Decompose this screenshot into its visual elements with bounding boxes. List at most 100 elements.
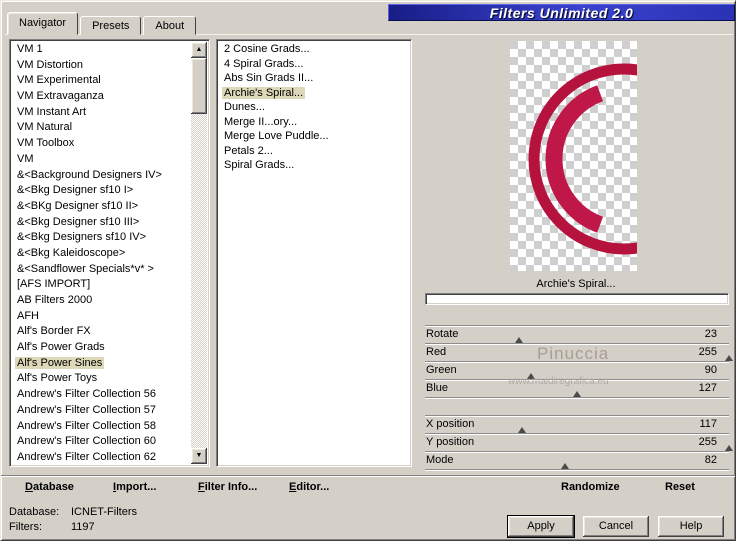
category-item[interactable]: &<BKg Designer sf10 II> (12, 199, 191, 215)
category-item[interactable]: Andrew's Filter Collection 60 (12, 434, 191, 450)
app-title: Filters Unlimited 2.0 (388, 4, 735, 21)
category-item-label: VM Extravaganza (17, 90, 104, 103)
slider-row[interactable]: Red 255 (425, 344, 733, 362)
slider-thumb-icon[interactable] (573, 391, 581, 397)
slider-group-position: X position 117 Y position 255 Mode 82 (425, 415, 733, 470)
category-item[interactable]: AB Filters 2000 (12, 293, 191, 309)
filter-item-label: 4 Spiral Grads... (224, 57, 304, 70)
slider-value: 23 (704, 328, 717, 340)
category-item[interactable]: Andrew's Filter Collection 62 (12, 450, 191, 464)
filter-item[interactable]: 2 Cosine Grads... (219, 42, 409, 57)
category-item-label: &<Sandflower Specials*v* > (17, 262, 154, 275)
category-item[interactable]: VM Natural (12, 120, 191, 136)
filter-list: 2 Cosine Grads... 4 Spiral Grads... Abs … (216, 39, 412, 467)
filter-item[interactable]: Archie's Spiral... (219, 86, 409, 101)
category-item[interactable]: Alf's Power Sines (12, 356, 191, 372)
category-item[interactable]: VM Instant Art (12, 105, 191, 121)
category-item[interactable]: AFH (12, 309, 191, 325)
filter-item[interactable]: Abs Sin Grads II... (219, 71, 409, 86)
category-item[interactable]: Andrew's Filter Collection 58 (12, 419, 191, 435)
scrollbar-thumb[interactable] (191, 58, 207, 114)
slider-thumb-icon[interactable] (527, 373, 536, 379)
help-button[interactable]: Help (658, 516, 724, 537)
filter-info-button[interactable]: Filter Info... (198, 481, 257, 493)
status-database-label: Database: (9, 506, 60, 518)
category-item-label: Alf's Border FX (17, 325, 91, 338)
filter-item-label: Abs Sin Grads II... (224, 72, 314, 84)
category-item-label: VM 1 (17, 43, 43, 55)
category-item[interactable]: &<Bkg Designer sf10 I> (12, 183, 191, 199)
slider-thumb-icon[interactable] (560, 463, 569, 469)
editor-button[interactable]: Editor... (289, 481, 329, 493)
slider-value: 90 (704, 364, 717, 376)
category-item-label: Andrew's Filter Collection 62 (17, 450, 157, 463)
slider-thumb-icon[interactable] (515, 337, 524, 343)
category-item[interactable]: VM Toolbox (12, 136, 191, 152)
category-item[interactable]: &<Bkg Designers sf10 IV> (12, 230, 191, 246)
filter-item-label: Merge Love Puddle... (224, 130, 329, 142)
category-list-items: VM 1 VM Distortion VM Experimental VM Ex… (12, 42, 191, 464)
category-item-label: Alf's Power Sines (15, 356, 105, 369)
filter-item[interactable]: Merge Love Puddle... (219, 129, 409, 144)
reset-button[interactable]: Reset (665, 481, 695, 493)
category-item[interactable]: Andrew's Filter Collection 57 (12, 403, 191, 419)
category-item-label: AB Filters 2000 (17, 294, 93, 306)
filters-unlimited-window: Navigator Presets About Filters Unlimite… (0, 0, 736, 541)
randomize-button[interactable]: Randomize (561, 481, 620, 493)
filter-item[interactable]: 4 Spiral Grads... (219, 57, 409, 72)
slider-row[interactable]: Mode 82 (425, 452, 729, 470)
category-item[interactable]: VM (12, 152, 191, 168)
database-button[interactable]: Database (25, 481, 74, 493)
status-database: Database: ICNET-Filters (9, 506, 137, 518)
category-item-label: Andrew's Filter Collection 60 (17, 435, 157, 448)
slider-row[interactable]: Rotate 23 (425, 326, 729, 344)
slider-label: Y position (426, 436, 475, 448)
category-item-label: VM (17, 152, 34, 165)
category-item[interactable]: Alf's Power Grads (12, 340, 191, 356)
filter-item[interactable]: Spiral Grads... (219, 158, 409, 173)
category-item[interactable]: Andrew's Filter Collection 56 (12, 387, 191, 403)
slider-row[interactable]: Green 90 (425, 362, 729, 380)
filter-item-label: 2 Cosine Grads... (224, 43, 310, 55)
tab-navigator[interactable]: Navigator (7, 12, 79, 35)
category-item[interactable]: Alf's Power Toys (12, 371, 191, 387)
category-item[interactable]: &<Sandflower Specials*v* > (12, 262, 191, 278)
tab-bar: Navigator Presets About (7, 12, 198, 35)
category-item[interactable]: &<Bkg Kaleidoscope> (12, 246, 191, 262)
filter-list-items: 2 Cosine Grads... 4 Spiral Grads... Abs … (219, 42, 409, 464)
scroll-down-icon[interactable]: ▼ (191, 448, 207, 464)
apply-button[interactable]: Apply (507, 515, 575, 538)
import-button[interactable]: Import... (113, 481, 156, 493)
preview-image[interactable] (510, 41, 637, 271)
category-item[interactable]: VM 1 (12, 42, 191, 58)
category-item[interactable]: VM Experimental (12, 73, 191, 89)
slider-thumb-icon[interactable] (725, 355, 733, 361)
category-item-label: VM Toolbox (17, 137, 75, 150)
slider-value: 255 (698, 436, 717, 448)
slider-thumb-icon[interactable] (518, 427, 527, 433)
category-scrollbar[interactable]: ▲ ▼ (191, 42, 207, 464)
scroll-up-icon[interactable]: ▲ (191, 42, 207, 58)
category-item[interactable]: &<Background Designers IV> (12, 168, 191, 184)
category-item[interactable]: VM Extravaganza (12, 89, 191, 105)
slider-row[interactable]: Blue 127 (425, 380, 729, 398)
category-item[interactable]: VM Distortion (12, 58, 191, 74)
tab-presets[interactable]: Presets (80, 16, 142, 35)
cancel-button[interactable]: Cancel (583, 516, 649, 537)
filter-item[interactable]: Dunes... (219, 100, 409, 115)
slider-row[interactable]: X position 117 (425, 416, 729, 434)
slider-row[interactable]: Y position 255 (425, 434, 733, 452)
category-item[interactable]: [AFS IMPORT] (12, 277, 191, 293)
slider-value: 117 (699, 418, 717, 430)
category-item[interactable]: &<Bkg Designer sf10 III> (12, 215, 191, 231)
tab-about[interactable]: About (143, 16, 197, 35)
category-item[interactable]: Alf's Border FX (12, 324, 191, 340)
filter-item-label: Spiral Grads... (224, 159, 295, 171)
slider-thumb-icon[interactable] (725, 445, 733, 451)
preview-filter-name: Archie's Spiral... (536, 278, 616, 290)
spiral-graphic (528, 63, 637, 255)
filter-item-label: Petals 2... (224, 144, 273, 157)
filter-item[interactable]: Merge II...ory... (219, 115, 409, 130)
filter-item[interactable]: Petals 2... (219, 144, 409, 159)
progress-bar (425, 293, 729, 305)
